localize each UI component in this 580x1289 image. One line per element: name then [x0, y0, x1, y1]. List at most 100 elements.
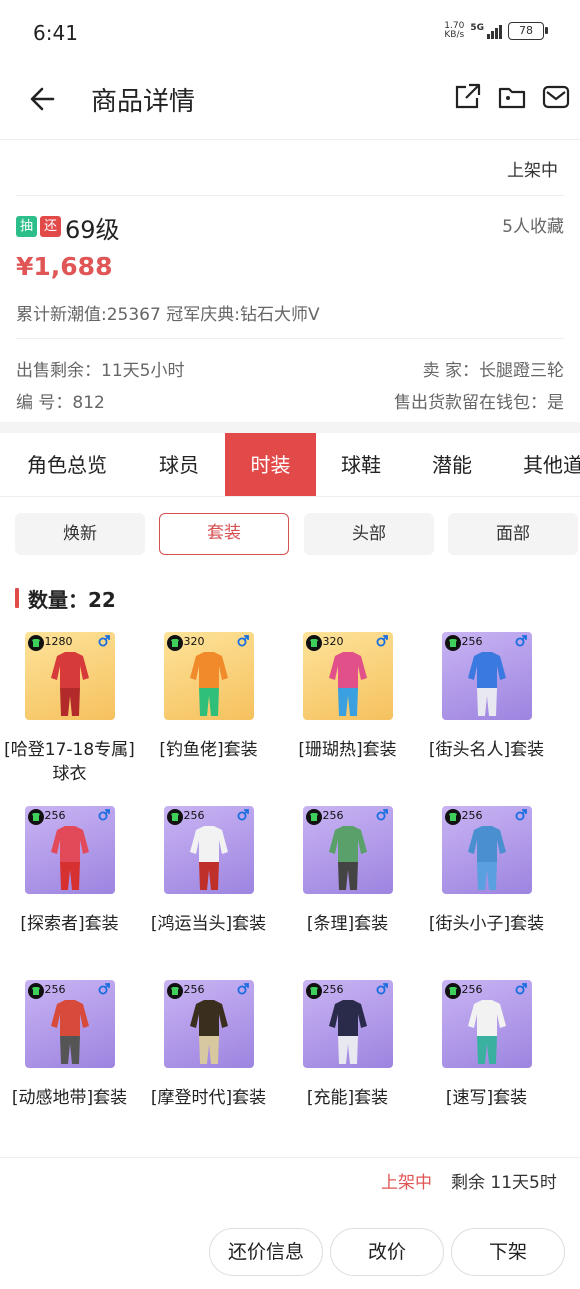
item-name: [哈登17-18专属]球衣 — [4, 740, 135, 784]
meta-row: 编 号：812 售出货款留在钱包：是 — [16, 388, 564, 413]
item-card[interactable]: 256 [街头名人]套装 — [417, 632, 556, 762]
item-name: [钓鱼佬]套装 — [159, 740, 258, 760]
item-card[interactable]: 256 [条理]套装 — [278, 806, 417, 936]
bottom-remaining-time: 剩余 11天5时 — [451, 1173, 557, 1193]
item-card[interactable]: 256 [探索者]套装 — [0, 806, 139, 936]
rarity-icon — [27, 983, 44, 999]
account-stats: 累计新潮值:25367 冠军庆典:钻石大师Ⅴ — [16, 305, 320, 325]
back-arrow-icon[interactable] — [26, 82, 60, 116]
item-card[interactable]: 1280 [哈登17-18专属]球衣 — [0, 632, 139, 786]
section-separator — [0, 422, 580, 433]
item-name: [探索者]套装 — [20, 914, 119, 934]
item-thumbnail: 256 — [24, 806, 115, 894]
item-score: 256 — [322, 809, 344, 822]
account-level: 69级 — [65, 216, 120, 244]
seller-name: 卖 家：长腿蹬三轮 — [422, 361, 564, 381]
sale-remaining: 出售剩余：11天5小时 — [16, 361, 185, 381]
item-thumbnail: 256 — [441, 980, 532, 1068]
item-thumbnail: 1280 — [24, 632, 115, 720]
item-thumbnail: 256 — [441, 632, 532, 720]
signal-icon: 5G — [470, 23, 502, 39]
chip-head[interactable]: 头部 — [304, 513, 434, 555]
tab-players[interactable]: 球员 — [134, 433, 224, 496]
item-score: 320 — [183, 635, 205, 648]
outfit-icon — [328, 1000, 367, 1064]
item-score: 256 — [44, 983, 66, 996]
item-thumbnail: 320 — [302, 632, 393, 720]
male-icon — [515, 635, 527, 647]
rarity-icon — [444, 635, 461, 651]
item-card[interactable]: 256 [动感地带]套装 — [0, 980, 139, 1110]
return-badge: 还 — [40, 216, 61, 237]
item-thumbnail: 256 — [441, 806, 532, 894]
item-score: 256 — [322, 983, 344, 996]
outfit-icon — [50, 652, 89, 716]
bottom-status: 上架中 — [381, 1173, 432, 1193]
wallet-setting: 售出货款留在钱包：是 — [394, 393, 564, 413]
item-card[interactable]: 256 [摩登时代]套装 — [139, 980, 278, 1110]
male-icon — [376, 983, 388, 995]
item-card[interactable]: 320 [珊瑚热]套装 — [278, 632, 417, 762]
mail-icon[interactable] — [541, 82, 571, 112]
share-icon[interactable] — [452, 82, 482, 112]
divider — [16, 338, 564, 339]
page-title: 商品详情 — [91, 87, 196, 117]
listing-status: 上架中 — [507, 161, 558, 181]
rarity-icon — [27, 635, 44, 651]
outfit-icon — [467, 826, 506, 890]
item-score: 256 — [183, 809, 205, 822]
tab-potential[interactable]: 潜能 — [406, 433, 498, 496]
tab-fashion[interactable]: 时装 — [225, 433, 316, 496]
item-card[interactable]: 320 [钓鱼佬]套装 — [139, 632, 278, 762]
battery-icon: 78 — [508, 22, 548, 40]
chip-suit[interactable]: 套装 — [159, 513, 289, 555]
rarity-icon — [166, 983, 183, 999]
status-indicators: 1.70 KB/s 5G 78 — [444, 21, 548, 40]
folder-icon[interactable] — [497, 82, 527, 112]
outfit-icon — [189, 1000, 228, 1064]
male-icon — [98, 983, 110, 995]
count-accent-bar — [15, 588, 19, 608]
male-icon — [376, 809, 388, 821]
network-speed: 1.70 KB/s — [444, 21, 465, 40]
male-icon — [98, 809, 110, 821]
chip-new[interactable]: 焕新 — [15, 513, 145, 555]
rarity-icon — [166, 635, 183, 651]
male-icon — [98, 635, 110, 647]
item-thumbnail: 256 — [302, 806, 393, 894]
male-icon — [376, 635, 388, 647]
rarity-icon — [305, 983, 322, 999]
item-thumbnail: 320 — [163, 632, 254, 720]
rarity-icon — [166, 809, 183, 825]
tab-other[interactable]: 其他道 — [506, 433, 580, 496]
item-card[interactable]: 256 [街头小子]套装 — [417, 806, 556, 936]
outfit-icon — [189, 652, 228, 716]
item-score: 256 — [44, 809, 66, 822]
outfit-icon — [328, 652, 367, 716]
item-name: [街头名人]套装 — [428, 740, 545, 760]
rarity-icon — [305, 809, 322, 825]
rarity-icon — [27, 809, 44, 825]
male-icon — [515, 983, 527, 995]
male-icon — [237, 983, 249, 995]
item-card[interactable]: 256 [鸿运当头]套装 — [139, 806, 278, 936]
counter-offer-button[interactable]: 还价信息 — [209, 1228, 323, 1276]
item-name: [街头小子]套装 — [428, 914, 545, 934]
app-header: 商品详情 — [0, 64, 580, 140]
tab-overview[interactable]: 角色总览 — [10, 433, 124, 496]
chip-face[interactable]: 面部 — [448, 513, 578, 555]
item-card[interactable]: 256 [速写]套装 — [417, 980, 556, 1110]
outfit-icon — [467, 652, 506, 716]
outfit-icon — [50, 1000, 89, 1064]
item-name: [动感地带]套装 — [11, 1088, 128, 1108]
draw-badge: 抽 — [16, 216, 37, 237]
item-count: 数量：22 — [28, 588, 116, 612]
item-name: [珊瑚热]套装 — [298, 740, 397, 760]
tab-shoes[interactable]: 球鞋 — [316, 433, 406, 496]
item-card[interactable]: 256 [充能]套装 — [278, 980, 417, 1110]
item-name: [鸿运当头]套装 — [150, 914, 267, 934]
item-name: [条理]套装 — [306, 914, 389, 934]
change-price-button[interactable]: 改价 — [330, 1228, 444, 1276]
status-bar: 6:41 1.70 KB/s 5G 78 — [0, 0, 580, 64]
delist-button[interactable]: 下架 — [451, 1228, 565, 1276]
